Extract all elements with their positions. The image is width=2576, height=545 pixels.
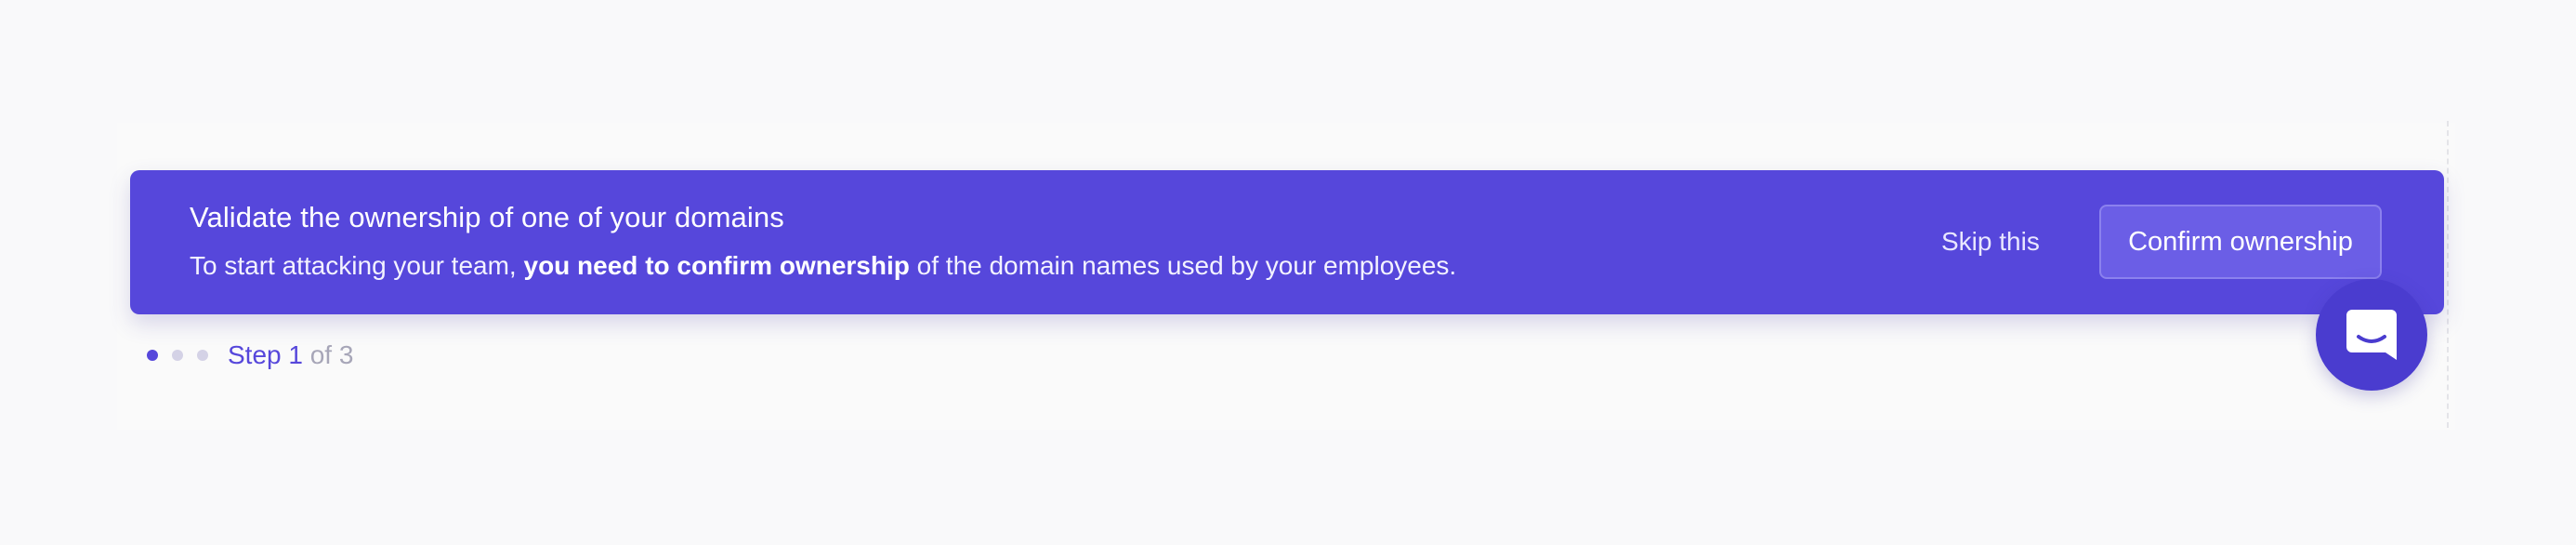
step-label: Step 1 of 3 bbox=[228, 340, 353, 370]
page: Validate the ownership of one of your do… bbox=[0, 0, 2576, 545]
step-current: Step 1 bbox=[228, 340, 303, 369]
chat-icon bbox=[2346, 310, 2397, 360]
banner-description-prefix: To start attacking your team, bbox=[190, 251, 524, 280]
step-dot-3 bbox=[197, 350, 208, 361]
domain-validation-banner: Validate the ownership of one of your do… bbox=[130, 170, 2444, 314]
banner-description-suffix: of the domain names used by your employe… bbox=[909, 251, 1457, 280]
banner-description-emphasis: you need to confirm ownership bbox=[523, 251, 910, 280]
banner-title: Validate the ownership of one of your do… bbox=[190, 201, 784, 233]
skip-button[interactable]: Skip this bbox=[1930, 219, 2051, 265]
banner-description: To start attacking your team, you need t… bbox=[190, 251, 1456, 281]
step-dot-1 bbox=[147, 350, 158, 361]
step-total: of 3 bbox=[302, 340, 354, 369]
guide-line bbox=[2447, 121, 2449, 428]
confirm-ownership-button[interactable]: Confirm ownership bbox=[2099, 205, 2382, 279]
step-indicator: Step 1 of 3 bbox=[147, 339, 353, 372]
chat-launcher-button[interactable] bbox=[2316, 279, 2427, 391]
step-dot-2 bbox=[172, 350, 183, 361]
